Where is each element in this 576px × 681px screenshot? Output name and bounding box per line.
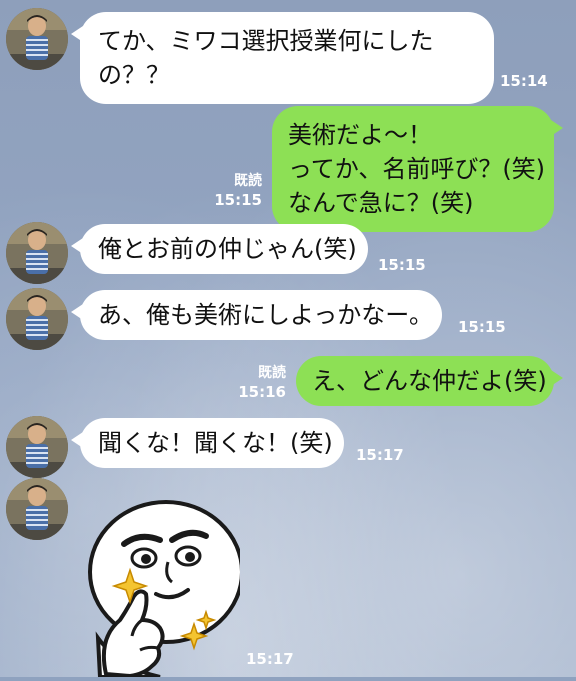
message-text: え、どんな仲だよ(笑)	[312, 367, 547, 395]
message-meta: 15:14	[500, 72, 548, 91]
smug-face-sticker-icon	[88, 500, 244, 679]
message-time: 15:15	[458, 318, 506, 336]
message-time: 15:16	[238, 383, 286, 401]
message-time: 15:14	[500, 72, 548, 90]
message-bubble-incoming[interactable]: 俺とお前の仲じゃん(笑)	[71, 224, 368, 274]
message-bubble-incoming[interactable]: てか、ミワコ選択授業何にした の？？	[71, 12, 494, 104]
read-receipt: 既読	[258, 365, 286, 381]
message-text: 美術だよ〜！	[288, 121, 432, 149]
message-meta: 15:15	[378, 256, 426, 275]
read-receipt: 既読	[234, 173, 262, 189]
message-meta: 15:17	[356, 446, 404, 465]
message-bubble-incoming[interactable]: あ、俺も美術にしよっかなー。	[71, 290, 442, 340]
avatar-photo-icon	[6, 478, 68, 540]
message-bubble-outgoing[interactable]: 美術だよ〜！ ってか、名前呼び？(笑) なんで急に？(笑)	[272, 106, 563, 232]
sender-avatar[interactable]	[6, 8, 68, 70]
avatar-photo-icon	[6, 416, 68, 478]
message-meta: 15:15	[458, 318, 506, 337]
message-bubble-outgoing[interactable]: え、どんな仲だよ(笑)	[296, 356, 563, 406]
sticker-smug-thumbs-up[interactable]	[80, 488, 244, 679]
sender-avatar[interactable]	[6, 288, 68, 350]
message-text: 俺とお前の仲じゃん(笑)	[98, 235, 357, 263]
message-text: なんで急に？(笑)	[288, 189, 474, 217]
sender-avatar[interactable]	[6, 416, 68, 478]
message-text: ってか、名前呼び？(笑)	[288, 155, 546, 183]
message-time: 15:15	[214, 191, 262, 209]
message-text: てか、ミワコ選択授業何にした	[98, 27, 434, 55]
message-meta: 15:17	[246, 650, 294, 669]
message-time: 15:17	[356, 446, 404, 464]
avatar-photo-icon	[6, 288, 68, 350]
avatar-photo-icon	[6, 8, 68, 70]
message-meta: 既読 15:16	[236, 364, 286, 402]
message-time: 15:17	[246, 650, 294, 668]
sender-avatar[interactable]	[6, 478, 68, 540]
avatar-photo-icon	[6, 222, 68, 284]
sender-avatar[interactable]	[6, 222, 68, 284]
message-text: の？？	[98, 61, 170, 89]
message-time: 15:15	[378, 256, 426, 274]
message-meta: 既読 15:15	[212, 172, 262, 210]
message-text: 聞くな！聞くな！(笑)	[98, 429, 333, 457]
message-bubble-incoming[interactable]: 聞くな！聞くな！(笑)	[71, 418, 344, 468]
message-text: あ、俺も美術にしよっかなー。	[98, 301, 434, 329]
